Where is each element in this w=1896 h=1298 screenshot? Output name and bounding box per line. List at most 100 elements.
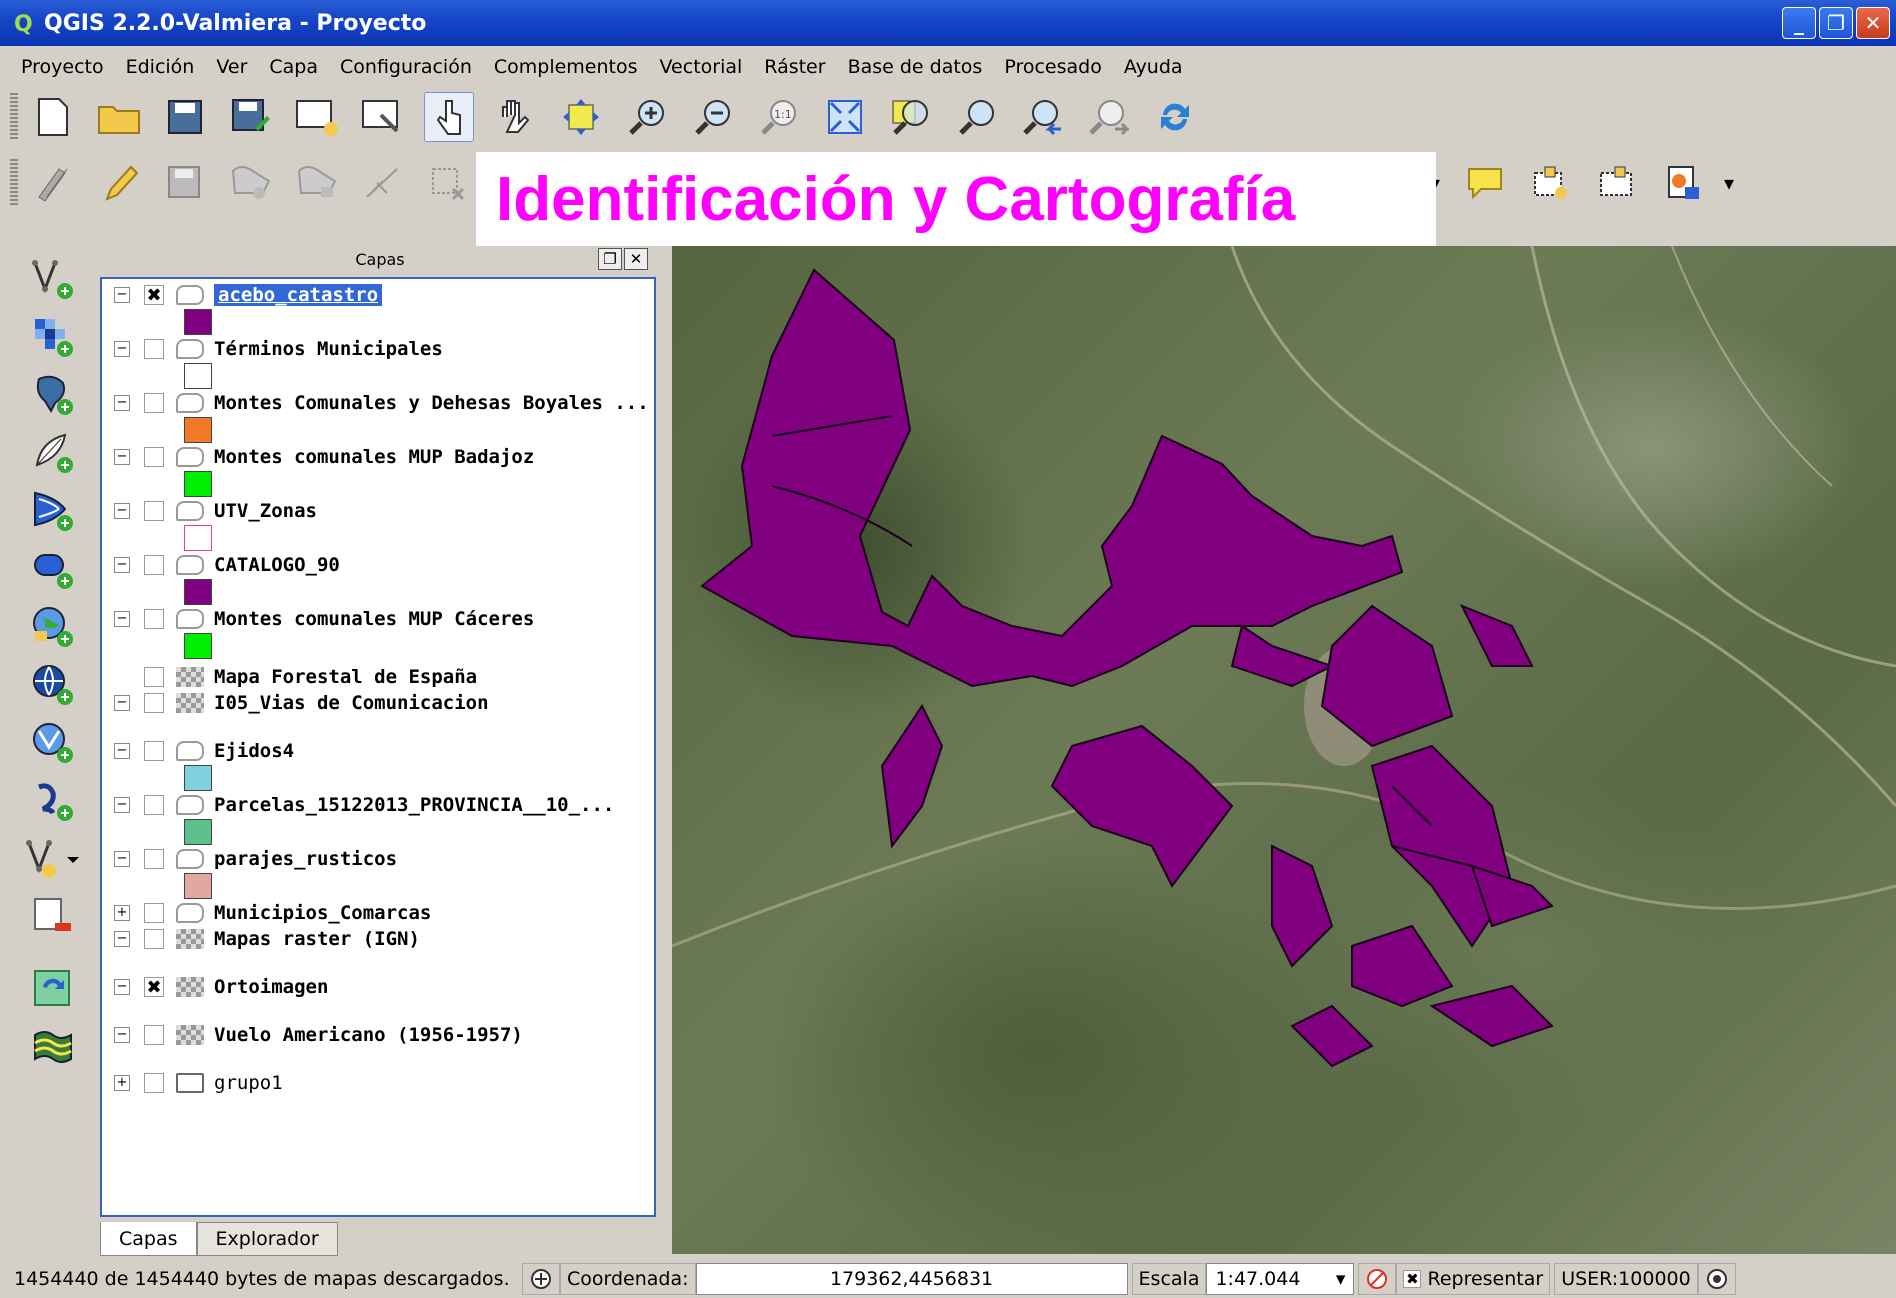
add-delimited-text-icon[interactable]	[12, 772, 94, 830]
layer-visibility-checkbox[interactable]	[144, 667, 164, 687]
menu-item[interactable]: Proyecto	[10, 56, 115, 78]
layer-row[interactable]: − Montes comunales MUP Cáceres	[102, 605, 534, 633]
layer-symbol-swatch[interactable]	[184, 471, 212, 497]
menu-item[interactable]: Complementos	[483, 56, 649, 78]
layer-visibility-checkbox[interactable]	[144, 849, 164, 869]
menu-item[interactable]: Ráster	[753, 56, 836, 78]
expand-toggle-icon[interactable]: −	[114, 743, 130, 759]
expand-toggle-icon[interactable]: −	[114, 979, 130, 995]
layer-visibility-checkbox[interactable]	[144, 609, 164, 629]
add-wcs-layer-icon[interactable]	[12, 656, 94, 714]
expand-toggle-icon[interactable]: −	[114, 695, 130, 711]
close-panel-button[interactable]: ✕	[624, 248, 648, 270]
toolbar-grip[interactable]	[10, 93, 18, 141]
annotation-icon[interactable]	[1460, 158, 1510, 208]
add-feature-icon[interactable]	[226, 158, 276, 208]
minimize-button[interactable]: _	[1782, 7, 1816, 39]
layer-row[interactable]: + grupo1	[102, 1069, 283, 1097]
mouse-coords-toggle-icon[interactable]	[522, 1263, 560, 1295]
layer-row[interactable]: − Mapas raster (IGN)	[102, 925, 420, 953]
layer-symbol-swatch[interactable]	[184, 633, 212, 659]
terrain-icon[interactable]	[12, 1018, 94, 1076]
toggle-editing-icon[interactable]	[94, 158, 144, 208]
layer-row[interactable]: −Mapa Forestal de España	[102, 663, 477, 691]
layer-visibility-checkbox[interactable]	[144, 795, 164, 815]
add-raster-layer-icon[interactable]	[12, 308, 94, 366]
zoom-selection-icon[interactable]	[886, 92, 936, 142]
scale-combobox[interactable]: 1:47.044 ▾	[1206, 1263, 1355, 1295]
open-project-icon[interactable]	[94, 92, 144, 142]
zoom-out-icon[interactable]	[688, 92, 738, 142]
messages-icon[interactable]	[1697, 1263, 1736, 1295]
zoom-next-icon[interactable]	[1084, 92, 1134, 142]
zoom-layer-icon[interactable]	[952, 92, 1002, 142]
layer-row[interactable]: − Montes Comunales y Dehesas Boyales ...	[102, 389, 649, 417]
layer-row[interactable]: − CATALOGO_90	[102, 551, 340, 579]
tab-capas[interactable]: Capas	[100, 1222, 197, 1256]
new-project-icon[interactable]	[28, 92, 78, 142]
menu-item[interactable]: Capa	[258, 56, 329, 78]
refresh-icon[interactable]	[1150, 92, 1200, 142]
expand-toggle-icon[interactable]: −	[114, 449, 130, 465]
expand-toggle-icon[interactable]: −	[114, 611, 130, 627]
layer-row[interactable]: − ✖ Ortoimagen	[102, 973, 328, 1001]
tab-explorador[interactable]: Explorador	[196, 1222, 338, 1256]
coordinate-field[interactable]: 179362,4456831	[695, 1263, 1128, 1295]
add-wms-layer-icon[interactable]	[12, 598, 94, 656]
close-button[interactable]: ✕	[1856, 7, 1890, 39]
move-feature-icon[interactable]	[292, 158, 342, 208]
remove-layer-icon[interactable]	[12, 888, 94, 946]
show-bookmarks-icon[interactable]	[1592, 158, 1642, 208]
save-as-icon[interactable]	[226, 92, 276, 142]
expand-toggle-icon[interactable]: +	[114, 1075, 130, 1091]
layer-visibility-checkbox[interactable]	[144, 501, 164, 521]
plugin-icon[interactable]	[1658, 158, 1708, 208]
expand-toggle-icon[interactable]: −	[114, 1027, 130, 1043]
pan-to-selection-icon[interactable]	[556, 92, 606, 142]
layer-visibility-checkbox[interactable]	[144, 393, 164, 413]
zoom-full-icon[interactable]	[820, 92, 870, 142]
layer-tree[interactable]: − ✖ acebo_catastro − Términos Municipales − Mo…	[100, 277, 656, 1217]
layer-visibility-checkbox[interactable]	[144, 339, 164, 359]
save-edits-icon[interactable]	[160, 158, 210, 208]
expand-toggle-icon[interactable]: −	[114, 287, 130, 303]
layer-row[interactable]: − Parcelas_15122013_PROVINCIA__10_...	[102, 791, 614, 819]
expand-toggle-icon[interactable]: −	[114, 931, 130, 947]
touch-zoom-icon[interactable]	[424, 92, 474, 142]
composer-manager-icon[interactable]	[358, 92, 408, 142]
add-wfs-layer-icon[interactable]	[12, 714, 94, 772]
layer-symbol-swatch[interactable]	[184, 417, 212, 443]
layer-row[interactable]: − UTV_Zonas	[102, 497, 317, 525]
expand-toggle-icon[interactable]: −	[114, 395, 130, 411]
layer-symbol-swatch[interactable]	[184, 765, 212, 791]
maximize-button[interactable]: ❐	[1819, 7, 1853, 39]
save-project-icon[interactable]	[160, 92, 210, 142]
expand-toggle-icon[interactable]: −	[114, 557, 130, 573]
layer-visibility-checkbox[interactable]	[144, 929, 164, 949]
add-oracle-layer-icon[interactable]	[12, 540, 94, 598]
layer-row[interactable]: − Vuelo Americano (1956-1957)	[102, 1021, 523, 1049]
layer-symbol-swatch[interactable]	[184, 525, 212, 551]
layer-row[interactable]: − Montes comunales MUP Badajoz	[102, 443, 534, 471]
expand-toggle-icon[interactable]: −	[114, 503, 130, 519]
update-icon[interactable]	[12, 960, 94, 1018]
layer-visibility-checkbox[interactable]: ✖	[144, 285, 164, 306]
layer-row[interactable]: − parajes_rusticos	[102, 845, 397, 873]
expand-toggle-icon[interactable]: +	[114, 905, 130, 921]
dropdown-arrow-icon[interactable]: ▾	[1724, 171, 1734, 195]
map-canvas[interactable]	[672, 246, 1896, 1254]
render-toggle[interactable]: ✖ Representar	[1396, 1263, 1551, 1295]
layer-symbol-swatch[interactable]	[184, 309, 212, 335]
render-checkbox[interactable]: ✖	[1403, 1270, 1422, 1288]
menu-item[interactable]: Edición	[115, 56, 206, 78]
layer-visibility-checkbox[interactable]	[144, 1073, 164, 1093]
layer-row[interactable]: − I05_Vias de Comunicacion	[102, 689, 489, 717]
zoom-last-icon[interactable]	[1018, 92, 1068, 142]
zoom-actual-icon[interactable]: 1:1	[754, 92, 804, 142]
expand-toggle-icon[interactable]: −	[114, 851, 130, 867]
menu-item[interactable]: Vectorial	[649, 56, 754, 78]
new-shapefile-icon[interactable]	[12, 830, 94, 888]
layer-row[interactable]: + Municipios_Comarcas	[102, 899, 431, 927]
add-spatialite-layer-icon[interactable]	[12, 424, 94, 482]
layer-visibility-checkbox[interactable]	[144, 693, 164, 713]
